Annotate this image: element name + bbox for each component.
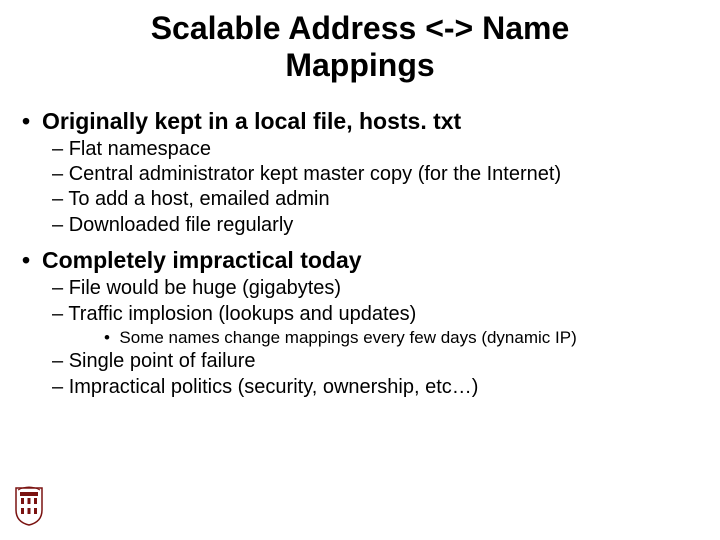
bullet-text: Downloaded file regularly (69, 214, 294, 236)
bullet-text: Some names change mappings every few day… (119, 328, 576, 347)
bullet-level-2: – To add a host, emailed admin (22, 187, 698, 211)
bullet-level-2: – Downloaded file regularly (22, 213, 698, 237)
slide: Scalable Address <-> Name Mappings •Orig… (0, 0, 720, 540)
university-crest-icon (14, 486, 44, 526)
bullet-text: Single point of failure (69, 350, 256, 372)
bullet-dot-icon: • (22, 108, 42, 135)
bullet-level-3: • Some names change mappings every few d… (22, 327, 698, 348)
bullet-level-2: – Central administrator kept master copy… (22, 162, 698, 186)
title-line-2: Mappings (285, 47, 434, 83)
slide-title: Scalable Address <-> Name Mappings (0, 0, 720, 84)
bullet-dot-icon: • (22, 247, 42, 274)
bullet-level-2: – Impractical politics (security, owners… (22, 375, 698, 399)
bullet-text: Traffic implosion (lookups and updates) (68, 303, 416, 325)
bullet-text: Originally kept in a local file, hosts. … (42, 108, 461, 134)
bullet-level-1: •Originally kept in a local file, hosts.… (22, 108, 698, 135)
bullet-text: Central administrator kept master copy (… (69, 163, 561, 185)
slide-body: •Originally kept in a local file, hosts.… (0, 84, 720, 399)
bullet-text: Impractical politics (security, ownershi… (69, 376, 479, 398)
bullet-text: File would be huge (gigabytes) (69, 277, 341, 299)
bullet-level-2: – Traffic implosion (lookups and updates… (22, 302, 698, 326)
bullet-level-2: – Single point of failure (22, 349, 698, 373)
title-line-1: Scalable Address <-> Name (151, 10, 570, 46)
bullet-level-2: – Flat namespace (22, 137, 698, 161)
bullet-level-1: •Completely impractical today (22, 247, 698, 274)
bullet-text: Flat namespace (69, 138, 211, 160)
bullet-level-2: – File would be huge (gigabytes) (22, 276, 698, 300)
bullet-text: To add a host, emailed admin (68, 188, 329, 210)
bullet-text: Completely impractical today (42, 247, 362, 273)
